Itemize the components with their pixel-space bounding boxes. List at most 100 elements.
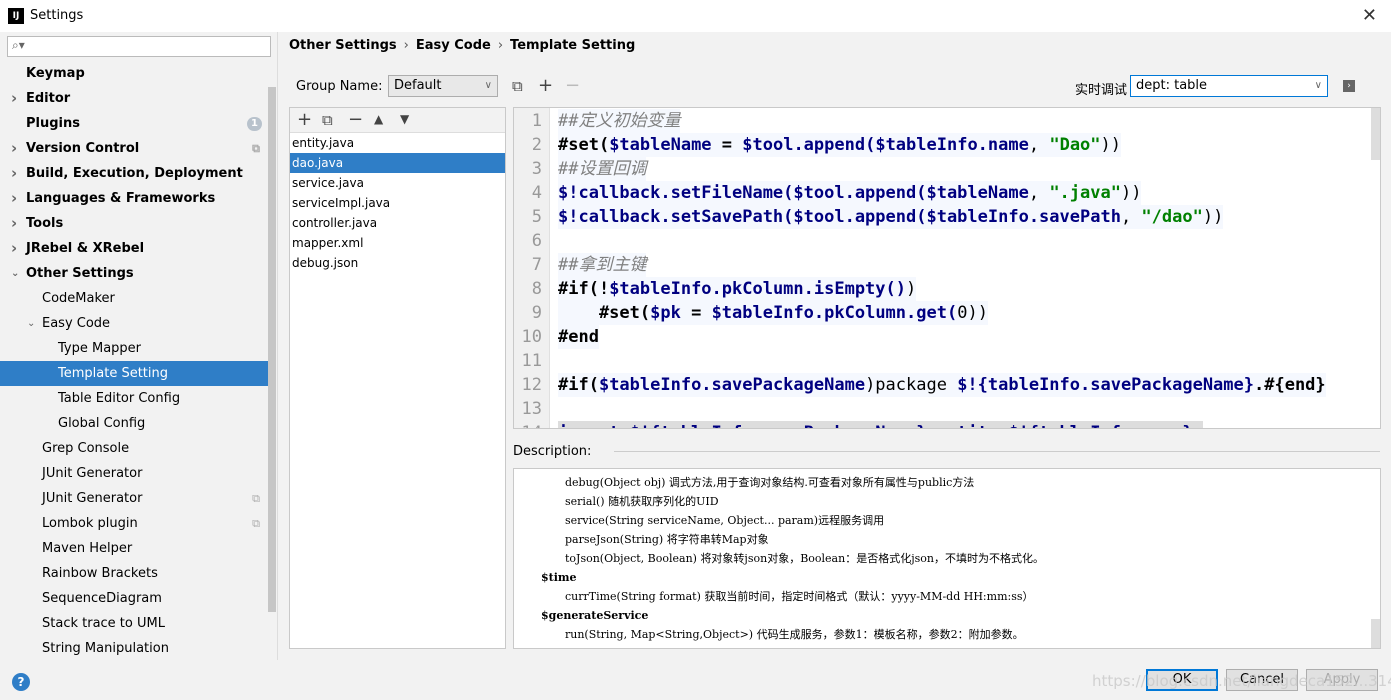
code-token: )package bbox=[865, 375, 958, 395]
description-scrollbar[interactable] bbox=[1371, 619, 1380, 648]
editor-scrollbar[interactable] bbox=[1371, 108, 1380, 160]
project-settings-icon: ⧉ bbox=[252, 142, 260, 155]
sidebar-item-label: String Manipulation bbox=[42, 641, 169, 656]
chevron-right-icon[interactable]: › bbox=[11, 136, 17, 161]
template-code-editor[interactable]: 1234567891011121314 ##定义初始变量#set($tableN… bbox=[513, 107, 1381, 429]
sidebar-item[interactable]: › Version Control ⧉ bbox=[0, 136, 268, 161]
sidebar-item[interactable]: CodeMaker bbox=[0, 286, 268, 311]
search-icon: ⌕▾ bbox=[12, 38, 25, 52]
file-item[interactable]: dao.java bbox=[290, 153, 505, 173]
debug-table-select[interactable]: dept: table ∨ bbox=[1130, 75, 1328, 97]
code-token: $tableInfo.savePath bbox=[926, 207, 1121, 227]
remove-file-icon[interactable]: − bbox=[348, 109, 363, 130]
file-item[interactable]: entity.java bbox=[290, 133, 505, 153]
chevron-right-icon[interactable]: › bbox=[11, 236, 17, 261]
sidebar-item[interactable]: Grep Console bbox=[0, 436, 268, 461]
code-line: $!callback.setFileName($tool.append($tab… bbox=[558, 181, 1142, 205]
file-item[interactable]: debug.json bbox=[290, 253, 505, 273]
line-number: 1 bbox=[531, 111, 542, 131]
remove-group-icon[interactable]: − bbox=[565, 75, 580, 96]
sidebar-item[interactable]: › Editor bbox=[0, 86, 268, 111]
code-line: #set($pk = $tableInfo.pkColumn.get(0)) bbox=[558, 301, 988, 325]
search-input[interactable]: ⌕▾ bbox=[7, 36, 271, 57]
sidebar-item[interactable]: JUnit Generator bbox=[0, 461, 268, 486]
code-line: ##设置回调 bbox=[558, 157, 647, 181]
line-number: 11 bbox=[521, 351, 542, 371]
sidebar-item[interactable]: SequenceDiagram bbox=[0, 586, 268, 611]
description-line: toJson(Object, Boolean) 将对象转json对象，Boole… bbox=[565, 552, 1044, 565]
chevron-down-icon[interactable]: ⌄ bbox=[27, 311, 35, 336]
sidebar-item[interactable]: Template Setting bbox=[0, 361, 268, 386]
chevron-right-icon[interactable]: › bbox=[11, 211, 17, 236]
sidebar-item[interactable]: › Languages & Frameworks bbox=[0, 186, 268, 211]
debug-table-value: dept: table bbox=[1136, 78, 1208, 93]
code-token: ##设置回调 bbox=[558, 159, 647, 179]
sidebar-item-label: JRebel & XRebel bbox=[26, 241, 145, 256]
chevron-right-icon[interactable]: › bbox=[11, 161, 17, 186]
code-token: $!callback.setSavePath( bbox=[558, 207, 794, 227]
code-token: , bbox=[1028, 135, 1050, 155]
group-name-label: Group Name: bbox=[296, 79, 383, 94]
sidebar-item[interactable]: Lombok plugin ⧉ bbox=[0, 511, 268, 536]
chevron-right-icon[interactable]: › bbox=[11, 186, 17, 211]
sidebar-item[interactable]: Global Config bbox=[0, 411, 268, 436]
code-token: $tableInfo.pkColumn.get( bbox=[711, 303, 958, 323]
sidebar-item-label: Other Settings bbox=[26, 266, 134, 281]
sidebar-item[interactable]: String Manipulation bbox=[0, 636, 268, 661]
add-group-icon[interactable]: + bbox=[538, 75, 553, 96]
chevron-right-icon[interactable]: › bbox=[11, 86, 17, 111]
sidebar-item[interactable]: › Tools bbox=[0, 211, 268, 236]
chevron-down-icon: ∨ bbox=[484, 80, 492, 91]
sidebar-item-label: Rainbow Brackets bbox=[42, 566, 158, 581]
sidebar-item[interactable]: Stack trace to UML bbox=[0, 611, 268, 636]
sidebar-item[interactable]: JUnit Generator ⧉ bbox=[0, 486, 268, 511]
move-up-icon[interactable]: ▲ bbox=[374, 112, 383, 126]
copy-file-icon[interactable]: ⧉ bbox=[322, 111, 333, 129]
line-number: 5 bbox=[531, 207, 542, 227]
description-line: currTime(String format) 获取当前时间，指定时间格式（默认… bbox=[565, 590, 1034, 603]
sidebar-item[interactable]: Rainbow Brackets bbox=[0, 561, 268, 586]
line-number: 12 bbox=[521, 375, 542, 395]
code-token: "Dao" bbox=[1049, 135, 1101, 155]
add-file-icon[interactable]: + bbox=[297, 109, 312, 130]
sidebar-item[interactable]: Keymap bbox=[0, 61, 268, 86]
copy-group-icon[interactable]: ⧉ bbox=[512, 77, 523, 95]
chevron-down-icon[interactable]: ⌄ bbox=[11, 261, 19, 286]
help-icon[interactable]: ? bbox=[12, 673, 30, 691]
line-number: 14 bbox=[514, 421, 542, 428]
file-item[interactable]: service.java bbox=[290, 173, 505, 193]
line-number: 6 bbox=[531, 231, 542, 251]
description-line: serial() 随机获取序列化的UID bbox=[565, 495, 719, 508]
file-item[interactable]: mapper.xml bbox=[290, 233, 505, 253]
code-token: ) bbox=[906, 279, 917, 299]
close-icon[interactable]: ✕ bbox=[1362, 5, 1377, 26]
sidebar-item[interactable]: Type Mapper bbox=[0, 336, 268, 361]
sidebar-item[interactable]: Table Editor Config bbox=[0, 386, 268, 411]
sidebar-item[interactable]: Plugins 1 bbox=[0, 111, 268, 136]
breadcrumb-item[interactable]: Easy Code bbox=[416, 38, 491, 53]
code-line: ##拿到主键 bbox=[558, 253, 647, 277]
breadcrumb-item[interactable]: Template Setting bbox=[510, 38, 635, 53]
line-number: 4 bbox=[531, 183, 542, 203]
code-line: #if($tableInfo.savePackageName)package $… bbox=[558, 373, 1326, 397]
sidebar-item-label: Build, Execution, Deployment bbox=[26, 166, 243, 181]
code-token: , bbox=[1028, 183, 1050, 203]
code-token: 0 bbox=[957, 303, 968, 323]
sidebar-item[interactable]: ⌄ Other Settings bbox=[0, 261, 268, 286]
sidebar-item-label: Plugins bbox=[26, 116, 80, 131]
run-debug-icon[interactable]: › bbox=[1343, 80, 1355, 92]
move-down-icon[interactable]: ▼ bbox=[400, 112, 409, 126]
file-item[interactable]: serviceImpl.java bbox=[290, 193, 505, 213]
sidebar-item[interactable]: ⌄ Easy Code bbox=[0, 311, 268, 336]
file-item[interactable]: controller.java bbox=[290, 213, 505, 233]
sidebar-item[interactable]: Maven Helper bbox=[0, 536, 268, 561]
sidebar-item-label: Template Setting bbox=[58, 366, 168, 381]
breadcrumb-item[interactable]: Other Settings bbox=[289, 38, 397, 53]
breadcrumb: Other Settings › Easy Code › Template Settin… bbox=[289, 38, 635, 53]
code-line: #if(!$tableInfo.pkColumn.isEmpty()) bbox=[558, 277, 917, 301]
sidebar-scrollbar[interactable] bbox=[268, 87, 276, 612]
sidebar-item[interactable]: › Build, Execution, Deployment bbox=[0, 161, 268, 186]
project-settings-icon: ⧉ bbox=[252, 517, 260, 530]
group-name-select[interactable]: Default ∨ bbox=[388, 75, 498, 97]
sidebar-item[interactable]: › JRebel & XRebel bbox=[0, 236, 268, 261]
